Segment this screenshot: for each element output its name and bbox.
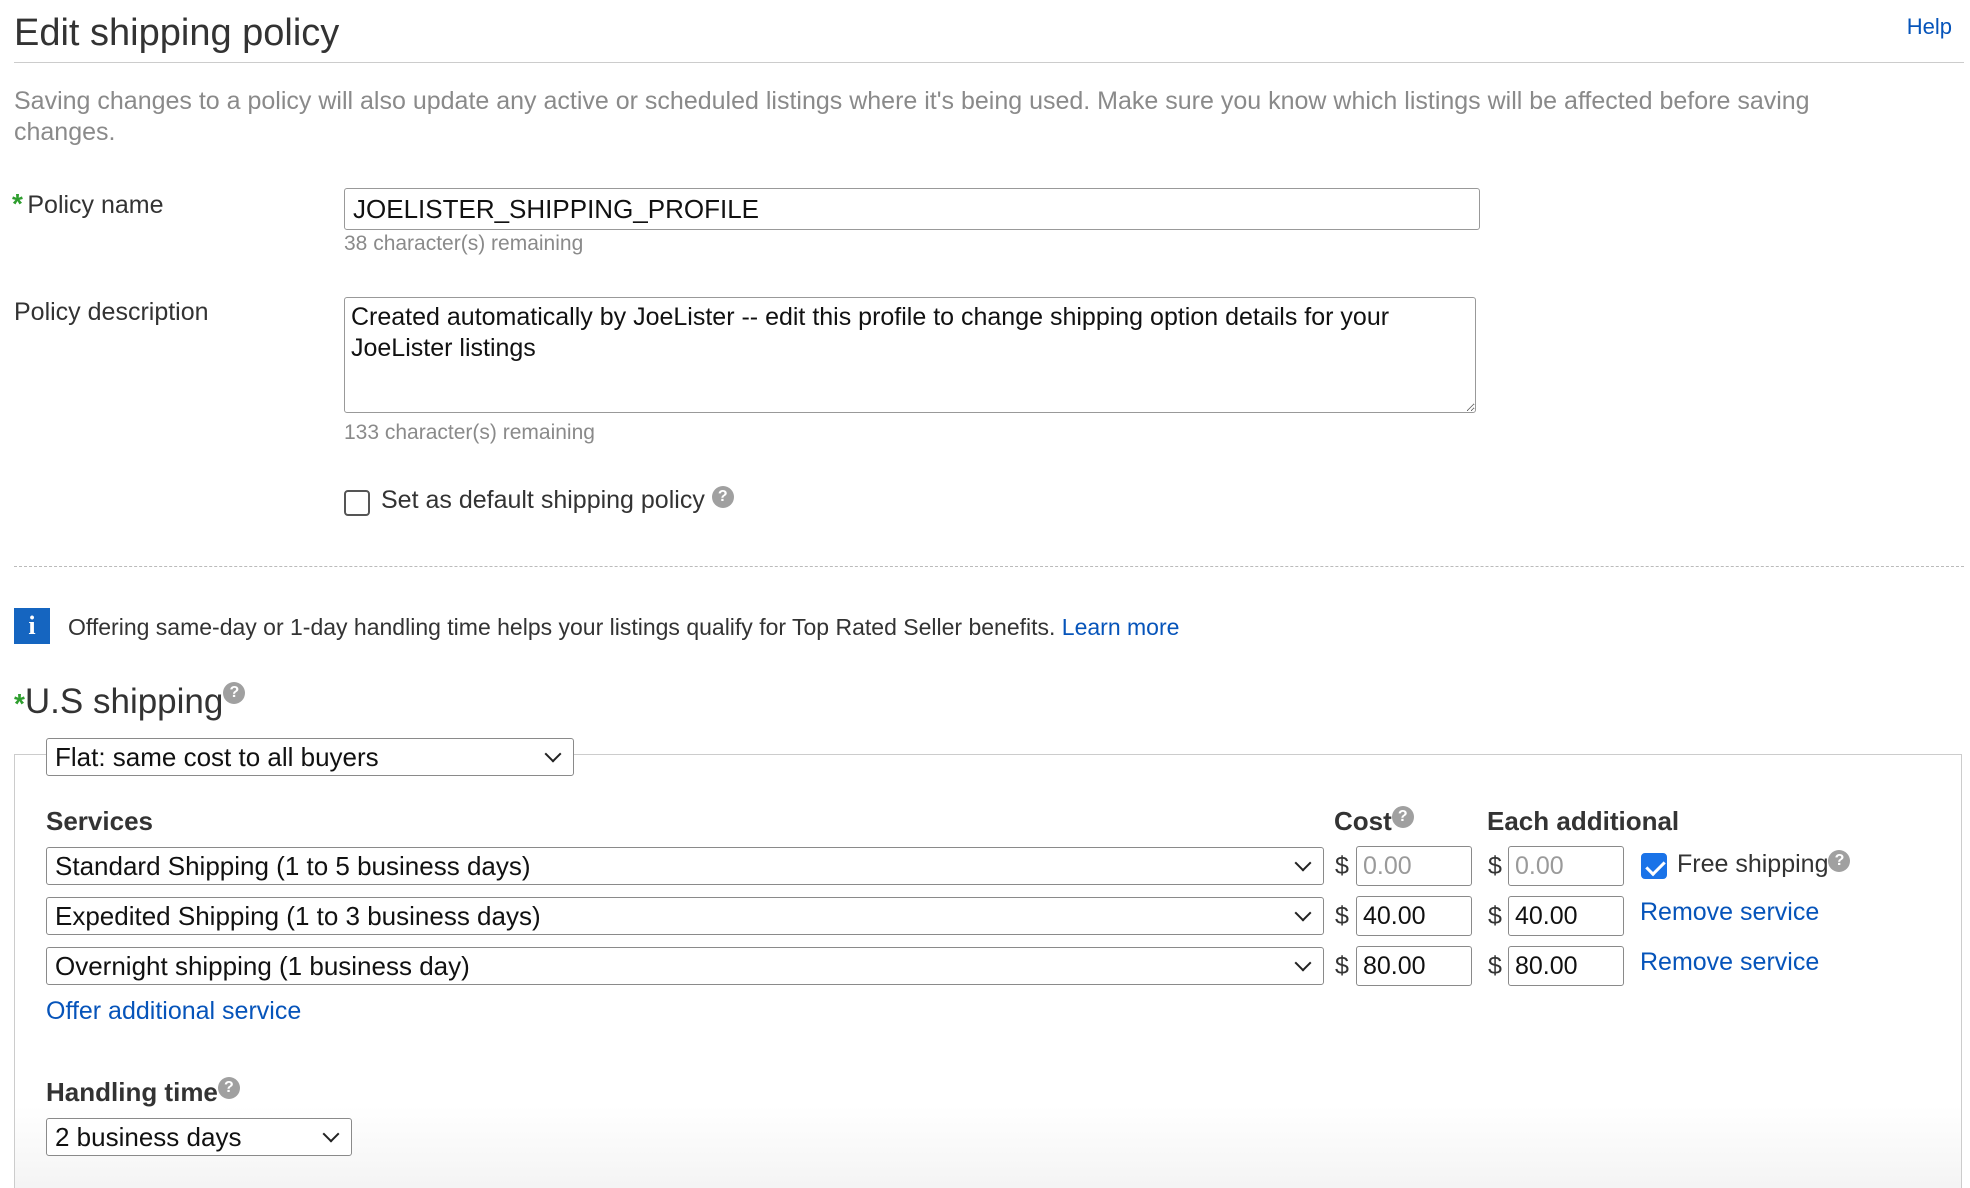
free-shipping-row: Free shipping? (1677, 850, 1851, 879)
services-column-header: Services (46, 806, 153, 836)
save-warning-notice: Saving changes to a policy will also upd… (14, 87, 1810, 146)
cost-column-header: Cost? (1334, 806, 1414, 837)
currency-symbol: $ (1335, 852, 1349, 880)
currency-symbol: $ (1488, 852, 1502, 880)
default-policy-checkbox[interactable] (344, 490, 370, 516)
us-shipping-heading: *U.S shipping? (14, 682, 246, 722)
cost-type-value: Flat: same cost to all buyers (55, 741, 379, 772)
offer-additional-service-link[interactable]: Offer additional service (46, 997, 301, 1026)
free-shipping-label: Free shipping (1677, 850, 1829, 878)
each-additional-input[interactable]: 0.00 (1508, 846, 1624, 886)
help-link[interactable]: Help (1907, 14, 1952, 40)
handling-time-select[interactable]: 2 business days (46, 1118, 352, 1156)
service-select[interactable]: Expedited Shipping (1 to 3 business days… (46, 897, 1324, 935)
help-icon[interactable]: ? (217, 1077, 240, 1099)
chevron-down-icon (544, 745, 562, 763)
policy-name-label: Policy name (27, 191, 164, 219)
chevron-down-icon (1294, 904, 1312, 922)
service-select-value: Overnight shipping (1 business day) (55, 950, 470, 981)
cost-input[interactable]: 80.00 (1356, 946, 1472, 986)
policy-name-input[interactable] (344, 188, 1480, 230)
cost-type-select[interactable]: Flat: same cost to all buyers (46, 738, 574, 776)
policy-description-remaining: 133 character(s) remaining (344, 421, 595, 444)
handling-time-value: 2 business days (55, 1121, 242, 1152)
chevron-down-icon (322, 1125, 340, 1143)
remove-service-link[interactable]: Remove service (1640, 948, 1819, 977)
us-shipping-title: U.S shipping (24, 682, 224, 721)
section-divider (14, 566, 1964, 567)
each-additional-input[interactable]: 80.00 (1508, 946, 1624, 986)
handling-time-label: Handling time (46, 1077, 218, 1107)
service-select-value: Expedited Shipping (1 to 3 business days… (55, 900, 541, 931)
required-marker: * (14, 688, 25, 719)
default-policy-label: Set as default shipping policy (381, 486, 705, 514)
chevron-down-icon (1294, 954, 1312, 972)
currency-symbol: $ (1488, 952, 1502, 980)
chevron-down-icon (1294, 854, 1312, 872)
policy-name-remaining: 38 character(s) remaining (344, 232, 584, 255)
service-select[interactable]: Overnight shipping (1 business day) (46, 947, 1324, 985)
service-select[interactable]: Standard Shipping (1 to 5 business days) (46, 847, 1324, 885)
policy-description-label: Policy description (14, 298, 209, 326)
currency-symbol: $ (1488, 902, 1502, 930)
cost-column-label: Cost (1334, 806, 1392, 836)
help-icon[interactable]: ? (711, 486, 734, 508)
currency-symbol: $ (1335, 902, 1349, 930)
page-title: Edit shipping policy (14, 12, 340, 54)
remove-service-link[interactable]: Remove service (1640, 898, 1819, 927)
currency-symbol: $ (1335, 952, 1349, 980)
default-policy-row: Set as default shipping policy ? (381, 486, 734, 515)
free-shipping-checkbox[interactable] (1641, 853, 1667, 879)
policy-description-textarea[interactable]: Created automatically by JoeLister -- ed… (344, 297, 1476, 413)
learn-more-link[interactable]: Learn more (1062, 614, 1180, 640)
title-divider (14, 62, 1964, 63)
policy-name-label-row: * Policy name (12, 188, 164, 220)
handling-time-heading: Handling time? (46, 1077, 240, 1108)
required-marker: * (12, 188, 23, 219)
cost-input[interactable]: 40.00 (1356, 896, 1472, 936)
help-icon[interactable]: ? (1828, 850, 1851, 872)
info-banner: Offering same-day or 1-day handling time… (68, 614, 1179, 641)
service-select-value: Standard Shipping (1 to 5 business days) (55, 850, 531, 881)
help-icon[interactable]: ? (223, 682, 246, 704)
info-banner-text: Offering same-day or 1-day handling time… (68, 614, 1062, 640)
help-icon[interactable]: ? (1391, 806, 1414, 828)
each-additional-column-header: Each additional (1487, 806, 1680, 836)
cost-input[interactable]: 0.00 (1356, 846, 1472, 886)
each-additional-input[interactable]: 40.00 (1508, 896, 1624, 936)
info-icon: i (14, 608, 50, 644)
